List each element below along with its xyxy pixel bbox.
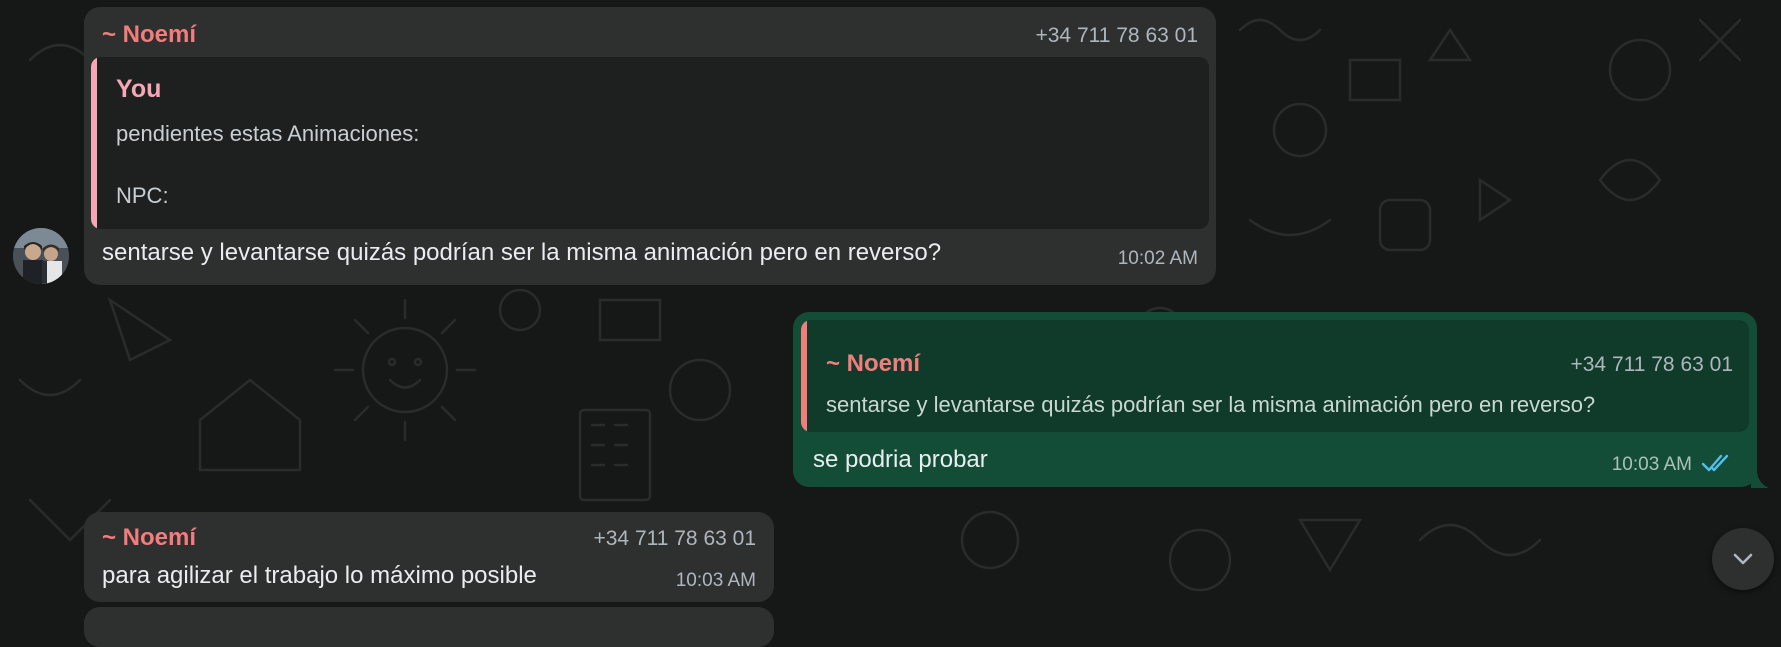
- quoted-message[interactable]: ~ Noemí +34 711 78 63 01 sentarse y leva…: [801, 320, 1749, 432]
- message-time: 10:03 AM: [675, 570, 756, 591]
- chevron-down-icon: [1733, 553, 1753, 565]
- message-bubble-outgoing[interactable]: ~ Noemí +34 711 78 63 01 sentarse y leva…: [793, 312, 1769, 488]
- quote-header: ~ Noemí +34 711 78 63 01: [826, 350, 1733, 378]
- quote-author: You: [116, 75, 162, 103]
- quote-text-line: NPC:: [116, 183, 169, 208]
- quote-phone: +34 711 78 63 01: [1570, 353, 1733, 376]
- bubble-tail: [1751, 464, 1769, 488]
- sender-name[interactable]: ~ Noemí: [102, 21, 196, 49]
- user-avatar-icon: [13, 228, 69, 284]
- quote-accent-bar: [91, 57, 97, 229]
- avatar[interactable]: [13, 228, 69, 284]
- sender-name[interactable]: ~ Noemí: [102, 524, 196, 552]
- message-header: ~ Noemí +34 711 78 63 01: [102, 524, 756, 552]
- message-time: 10:03 AM: [1611, 454, 1692, 475]
- message-bubble-partial[interactable]: [84, 607, 774, 647]
- sender-phone: +34 711 78 63 01: [1035, 24, 1198, 47]
- quote-text: sentarse y levantarse quizás podrían ser…: [826, 392, 1596, 417]
- sender-phone: +34 711 78 63 01: [593, 527, 756, 550]
- scroll-to-bottom-button[interactable]: [1712, 528, 1774, 590]
- message-text: sentarse y levantarse quizás podrían ser…: [102, 239, 942, 266]
- quote-text-line: pendientes estas Animaciones:: [116, 121, 420, 146]
- message-text: para agilizar el trabajo lo máximo posib…: [102, 562, 537, 589]
- double-check-read-icon: [1701, 454, 1729, 472]
- message-header: ~ Noemí +34 711 78 63 01: [102, 21, 1198, 49]
- message-bubble-incoming[interactable]: ~ Noemí +34 711 78 63 01 para agilizar e…: [84, 512, 774, 602]
- quote-accent-bar: [801, 320, 807, 432]
- quoted-message[interactable]: You pendientes estas Animaciones: NPC:: [91, 57, 1209, 229]
- message-text: se podria probar: [813, 446, 988, 473]
- message-time: 10:02 AM: [1117, 248, 1198, 269]
- message-bubble-incoming[interactable]: ~ Noemí +34 711 78 63 01 You pendientes …: [84, 7, 1216, 285]
- quote-author: ~ Noemí: [826, 350, 921, 377]
